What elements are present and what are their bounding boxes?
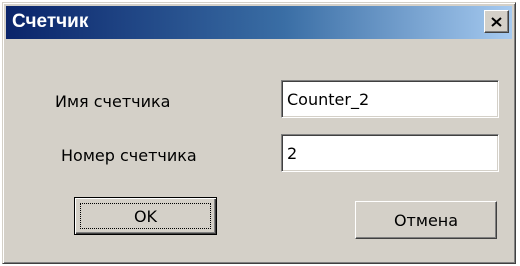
counter-name-label: Имя счетчика: [55, 92, 171, 111]
title-bar[interactable]: Счетчик: [6, 6, 512, 39]
counter-dialog: Счетчик Имя счетчика Номер счетчика OK О…: [2, 2, 516, 264]
cancel-button-label: Отмена: [393, 210, 459, 230]
close-icon: [491, 16, 502, 27]
counter-number-label: Номер счетчика: [61, 146, 197, 165]
ok-button[interactable]: OK: [74, 197, 217, 235]
dialog-title: Счетчик: [12, 11, 89, 32]
counter-name-input[interactable]: [281, 80, 499, 118]
close-button[interactable]: [484, 10, 509, 33]
ok-button-label: OK: [133, 206, 158, 226]
cancel-button[interactable]: Отмена: [355, 201, 497, 239]
counter-number-input[interactable]: [281, 134, 499, 172]
